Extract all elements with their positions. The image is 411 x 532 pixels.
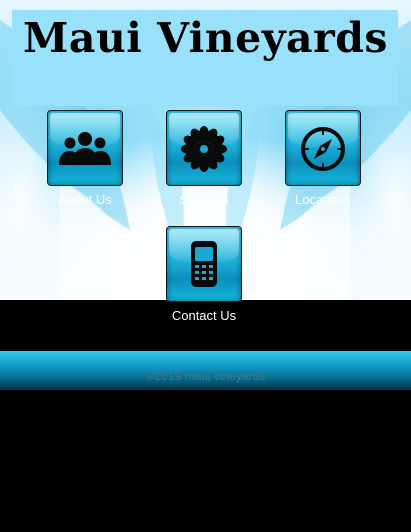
nav-contact-us[interactable]: Contact Us	[149, 226, 259, 324]
nav-services[interactable]: Services	[149, 110, 259, 208]
flower-icon	[181, 126, 227, 172]
mobile-phone-icon	[191, 241, 217, 287]
site-title: Maui Vineyards	[23, 14, 388, 62]
nav-label-locations: Locations	[295, 192, 351, 207]
services-tile[interactable]	[166, 110, 242, 186]
nav-about-us[interactable]: About Us	[30, 110, 140, 208]
nav-label-services: Services	[179, 192, 229, 207]
locations-tile[interactable]	[285, 110, 361, 186]
nav-label-about-us: About Us	[58, 192, 112, 207]
contact-us-tile[interactable]	[166, 226, 242, 302]
copyright-text: ©2019 maui vineyards	[145, 369, 266, 383]
page: Maui Vineyards About Us Services Locatio…	[0, 0, 411, 532]
nav-label-contact-us: Contact Us	[171, 308, 237, 323]
compass-icon	[301, 127, 345, 171]
nav-locations[interactable]: Locations	[268, 110, 378, 208]
about-us-tile[interactable]	[47, 110, 123, 186]
group-icon	[59, 132, 111, 165]
